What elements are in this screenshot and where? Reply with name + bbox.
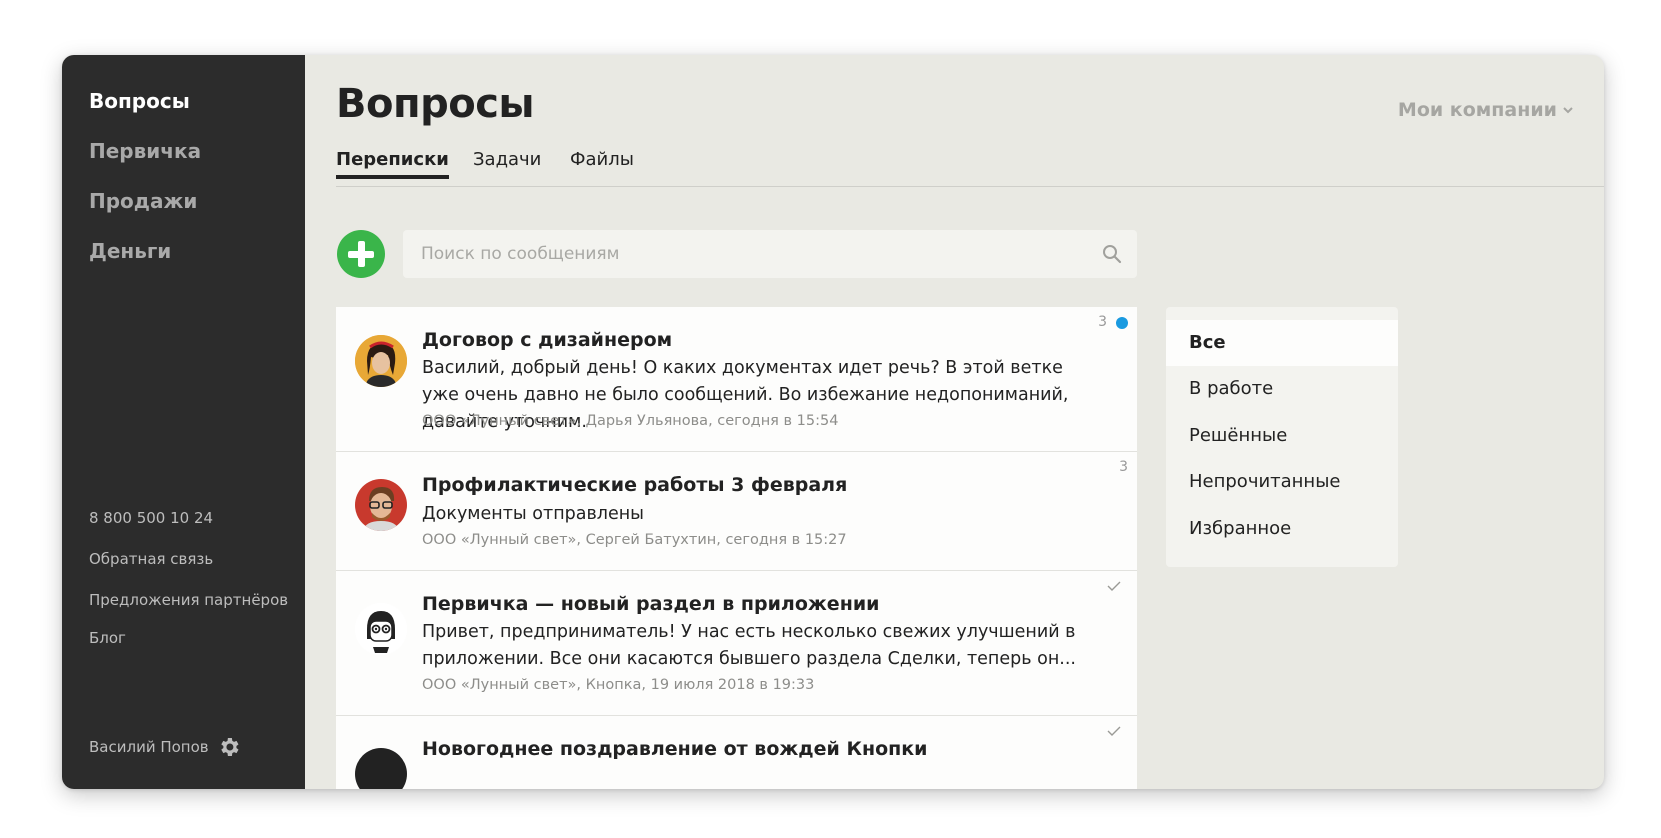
tab-perepiski[interactable]: Переписки — [336, 149, 449, 179]
search-box — [403, 230, 1137, 278]
check-icon — [1107, 726, 1121, 736]
filter-favorites[interactable]: Избранное — [1166, 506, 1398, 552]
app-window: Вопросы Первичка Продажи Деньги 8 800 50… — [62, 55, 1604, 789]
sidebar-item-dengi[interactable]: Деньги — [89, 239, 171, 263]
filter-label: В работе — [1189, 378, 1274, 399]
filter-label: Непрочитанные — [1189, 471, 1341, 492]
filter-label: Избранное — [1189, 518, 1292, 539]
filter-unread[interactable]: Непрочитанные — [1166, 459, 1398, 505]
filter-panel: Все В работе Решённые Непрочитанные Избр… — [1166, 307, 1398, 567]
support-phone: 8 800 500 10 24 — [89, 509, 214, 527]
conversation-meta: ООО «Лунный свет», Кнопка, 19 июля 2018 … — [422, 677, 815, 693]
avatar-photo — [355, 335, 407, 387]
conversation-title: Договор с дизайнером — [422, 329, 673, 351]
conversation-title: Первичка — новый раздел в приложении — [422, 593, 880, 615]
conversation-title: Новогоднее поздравление от вождей Кнопки — [422, 738, 928, 760]
page-title: Вопросы — [336, 81, 535, 127]
tab-faily[interactable]: Файлы — [570, 149, 634, 179]
feedback-link[interactable]: Обратная связь — [89, 550, 213, 568]
conversation-title: Профилактические работы 3 февраля — [422, 474, 848, 496]
conversation-item[interactable]: Профилактические работы 3 февраля Докуме… — [336, 452, 1137, 571]
my-companies-label: Мои компании — [1397, 99, 1557, 121]
filter-in-progress[interactable]: В работе — [1166, 366, 1398, 412]
search-icon[interactable] — [1101, 243, 1123, 265]
conversation-item[interactable]: Новогоднее поздравление от вождей Кнопки — [336, 716, 1137, 789]
sidebar-item-pervichka[interactable]: Первичка — [89, 139, 201, 163]
user-row: Василий Попов — [89, 735, 241, 759]
tab-zadachi[interactable]: Задачи — [473, 149, 541, 179]
my-companies-dropdown[interactable]: Мои компании — [1398, 99, 1574, 121]
avatar — [355, 479, 407, 531]
knopka-mascot-icon — [355, 603, 407, 655]
filter-resolved[interactable]: Решённые — [1166, 413, 1398, 459]
conversation-meta: ООО «Лунный свет», Сергей Батухтин, сего… — [422, 532, 847, 548]
conversation-meta: ООО «Лунный свет», Дарья Ульянова, сегод… — [422, 413, 839, 429]
user-name[interactable]: Василий Попов — [89, 738, 209, 756]
sidebar: Вопросы Первичка Продажи Деньги 8 800 50… — [62, 55, 305, 789]
unread-indicator — [1116, 317, 1128, 329]
tab-bar: Переписки Задачи Файлы — [336, 149, 1604, 187]
sidebar-item-prodazhi[interactable]: Продажи — [89, 189, 197, 213]
conversation-item[interactable]: Договор с дизайнером Василий, добрый ден… — [336, 307, 1137, 452]
filter-all[interactable]: Все — [1166, 320, 1398, 366]
avatar — [355, 335, 407, 387]
message-count: 3 — [1119, 459, 1128, 475]
chevron-down-icon — [1563, 107, 1573, 114]
blog-link[interactable]: Блог — [89, 629, 126, 647]
conversation-preview: Документы отправлены — [422, 504, 644, 524]
avatar — [355, 748, 407, 789]
main-area: Вопросы Мои компании Переписки Задачи Фа… — [305, 55, 1604, 789]
filter-label: Все — [1189, 332, 1226, 353]
add-conversation-button[interactable] — [337, 230, 385, 278]
sidebar-item-voprosy[interactable]: Вопросы — [89, 89, 190, 113]
partner-offers-link[interactable]: Предложения партнёров — [89, 591, 288, 609]
filter-label: Решённые — [1189, 425, 1288, 446]
avatar-photo — [355, 479, 407, 531]
avatar — [355, 603, 407, 655]
check-icon — [1107, 581, 1121, 591]
conversation-list: Договор с дизайнером Василий, добрый ден… — [336, 307, 1137, 789]
gear-icon[interactable] — [217, 735, 241, 759]
conversation-item[interactable]: Первичка — новый раздел в приложении При… — [336, 571, 1137, 716]
message-count: 3 — [1098, 314, 1107, 330]
search-input[interactable] — [403, 230, 1101, 278]
conversation-preview: Привет, предприниматель! У нас есть неск… — [422, 622, 1076, 669]
